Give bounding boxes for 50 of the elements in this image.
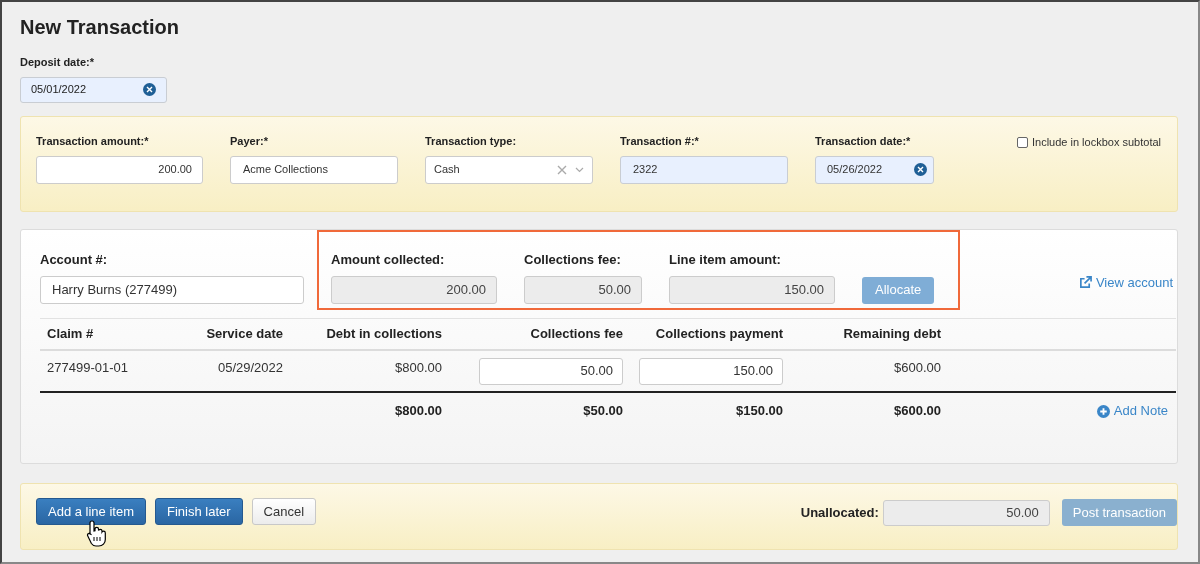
clear-icon[interactable] [143, 83, 156, 96]
page-title: New Transaction [20, 15, 179, 40]
column-header: Claim # [46, 325, 95, 344]
text-field[interactable]: 2322 [620, 155, 788, 184]
field-label: Transaction amount:* [36, 134, 150, 149]
number-field[interactable]: 50.00 [479, 357, 623, 385]
total-cell-text: $150.00 [736, 402, 784, 421]
readonly-field: 150.00 [669, 275, 835, 304]
readonly-field: 50.00 [524, 275, 642, 304]
date-field[interactable]: 05/01/2022 [20, 76, 167, 103]
button[interactable]: Finish later [155, 498, 243, 525]
account-field[interactable]: Harry Burns (277499) [40, 275, 304, 304]
table-cell-text: $600.00 [894, 359, 942, 378]
field-label: Amount collected: [331, 251, 446, 269]
field-label: Transaction date:* [815, 134, 912, 149]
field-label: Collections fee: [524, 251, 622, 269]
field-label: Transaction #:* [620, 134, 700, 149]
button[interactable]: Cancel [251, 498, 317, 525]
readonly-field: 200.00 [331, 275, 497, 304]
column-header: Service date [206, 325, 284, 344]
text-field[interactable]: Acme Collections [230, 155, 398, 184]
view-account-link[interactable]: View account [1078, 273, 1173, 293]
table-cell-text: 05/29/2022 [217, 359, 284, 378]
total-cell-text: $50.00 [583, 402, 624, 421]
field-label: Payer:* [230, 134, 269, 149]
field-label: Transaction type: [425, 134, 518, 149]
table-cell-text: $800.00 [395, 359, 443, 378]
total-cell-text: $800.00 [395, 402, 443, 421]
plus-circle-icon [1096, 404, 1110, 418]
date-field[interactable]: 05/26/2022 [815, 155, 934, 184]
field-label: Unallocated: [800, 503, 879, 522]
button[interactable]: Add a line item [36, 498, 146, 525]
hand-cursor-icon [86, 519, 108, 547]
field-label: Deposit date:* [20, 55, 95, 70]
column-header: Collections fee [530, 325, 624, 344]
total-cell-text: $600.00 [894, 402, 942, 421]
table-cell-text: 277499-01-01 [46, 359, 129, 378]
column-header: Collections payment [655, 325, 784, 344]
checkbox-label: Include in lockbox subtotal [1031, 135, 1161, 150]
column-header: Remaining debt [843, 325, 942, 344]
unallocated-field: 50.00 [882, 499, 1050, 526]
number-field[interactable]: 150.00 [639, 357, 783, 385]
column-header: Debt in collections [326, 325, 443, 344]
amount-field[interactable]: 200.00 [36, 155, 203, 184]
external-link-icon [1078, 276, 1092, 290]
checkbox[interactable] [1016, 136, 1028, 148]
clear-icon[interactable] [914, 163, 927, 176]
add-note-link[interactable]: Add Note [1096, 401, 1168, 421]
field-label: Account #: [40, 251, 109, 269]
field-label: Line item amount: [669, 251, 782, 269]
